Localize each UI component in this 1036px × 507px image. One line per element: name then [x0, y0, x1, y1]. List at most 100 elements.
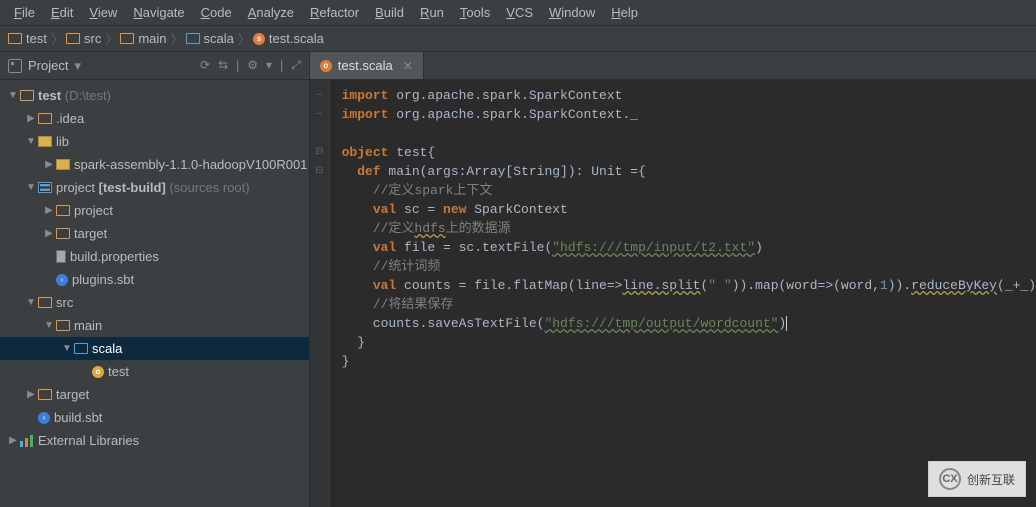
tree-node-target[interactable]: target [0, 222, 309, 245]
tab-test-scala[interactable]: o test.scala ✕ [310, 52, 424, 79]
tree-node-external-libraries[interactable]: External Libraries [0, 429, 309, 452]
tree-arrow-icon[interactable] [26, 136, 36, 147]
watermark: CX 创新互联 [928, 461, 1026, 497]
sidebar-tool-icon[interactable]: ⚙ [247, 58, 258, 73]
folder-icon [66, 33, 80, 44]
menu-bar: FileEditViewNavigateCodeAnalyzeRefactorB… [0, 0, 1036, 26]
tree-node-build-sbt[interactable]: ›build.sbt [0, 406, 309, 429]
scala-object-icon: o [92, 366, 104, 378]
sidebar-header: Project ▾ ⟳ ⇆ | ⚙ ▾ | ⤢ [0, 52, 309, 80]
libraries-icon [20, 435, 34, 447]
tree-arrow-icon[interactable] [8, 90, 18, 101]
tree-arrow-icon[interactable] [44, 159, 54, 170]
menu-edit[interactable]: Edit [43, 2, 81, 23]
folder-icon [8, 33, 22, 44]
editor-gutter: ——⊟⊟ [310, 80, 330, 507]
tree-node--idea[interactable]: .idea [0, 107, 309, 130]
tree-arrow-icon[interactable] [44, 205, 54, 216]
tree-arrow-icon[interactable] [26, 389, 36, 400]
sidebar-tool-icon[interactable]: ⇆ [218, 58, 228, 73]
breadcrumb-test-scala[interactable]: stest.scala [253, 31, 324, 46]
breadcrumb-scala[interactable]: scala [186, 31, 234, 46]
tree-arrow-icon[interactable] [44, 320, 54, 331]
breadcrumb-test[interactable]: test [8, 31, 47, 46]
tree-node-test[interactable]: test (D:\test) [0, 84, 309, 107]
editor-area: o test.scala ✕ ——⊟⊟ import org.apache.sp… [310, 52, 1036, 507]
workspace: Project ▾ ⟳ ⇆ | ⚙ ▾ | ⤢ test (D:\test).idealib… [0, 52, 1036, 507]
menu-file[interactable]: File [6, 2, 43, 23]
lib-icon [38, 136, 52, 147]
menu-analyze[interactable]: Analyze [240, 2, 302, 23]
file-icon [56, 250, 66, 263]
tree-node-build-properties[interactable]: build.properties [0, 245, 309, 268]
tree-arrow-icon[interactable] [26, 182, 36, 193]
sbt-icon: › [56, 274, 68, 286]
folder-icon [20, 90, 34, 101]
breadcrumb-src[interactable]: src [66, 31, 101, 46]
editor-tabs: o test.scala ✕ [310, 52, 1036, 80]
tree-node-scala[interactable]: scala [0, 337, 309, 360]
sidebar-tool-icon: | [280, 58, 283, 73]
menu-navigate[interactable]: Navigate [125, 2, 192, 23]
folder-icon [74, 343, 88, 354]
folder-icon [38, 297, 52, 308]
menu-tools[interactable]: Tools [452, 2, 498, 23]
breadcrumb-separator: 〉 [238, 29, 251, 48]
code-editor[interactable]: import org.apache.spark.SparkContext imp… [330, 80, 1036, 507]
breadcrumb-main[interactable]: main [120, 31, 166, 46]
tree-node-main[interactable]: main [0, 314, 309, 337]
menu-build[interactable]: Build [367, 2, 412, 23]
folder-icon [38, 113, 52, 124]
menu-help[interactable]: Help [603, 2, 646, 23]
tree-arrow-icon[interactable] [62, 343, 72, 354]
watermark-text: 创新互联 [967, 471, 1015, 488]
breadcrumb: test〉src〉main〉scala〉stest.scala [0, 26, 1036, 52]
sidebar-tool-icon[interactable]: ▾ [266, 58, 272, 73]
tree-arrow-icon[interactable] [44, 228, 54, 239]
sidebar-tools: ⟳ ⇆ | ⚙ ▾ | ⤢ [200, 58, 301, 73]
close-icon[interactable]: ✕ [403, 59, 413, 73]
module-icon [38, 182, 52, 193]
breadcrumb-separator: 〉 [171, 29, 184, 48]
code-wrap: ——⊟⊟ import org.apache.spark.SparkContex… [310, 80, 1036, 507]
tree-node-target[interactable]: target [0, 383, 309, 406]
menu-view[interactable]: View [81, 2, 125, 23]
breadcrumb-separator: 〉 [105, 29, 118, 48]
sidebar-dropdown-icon[interactable]: ▾ [74, 58, 81, 74]
project-sidebar: Project ▾ ⟳ ⇆ | ⚙ ▾ | ⤢ test (D:\test).idealib… [0, 52, 310, 507]
tab-label: test.scala [338, 58, 393, 73]
menu-run[interactable]: Run [412, 2, 452, 23]
watermark-logo: CX [939, 468, 961, 490]
menu-vcs[interactable]: VCS [498, 2, 541, 23]
folder-icon [56, 320, 70, 331]
tree-node-lib[interactable]: lib [0, 130, 309, 153]
folder-icon [38, 389, 52, 400]
scala-file-icon: s [253, 33, 265, 45]
project-tree: test (D:\test).idealibspark-assembly-1.1… [0, 80, 309, 507]
tree-node-src[interactable]: src [0, 291, 309, 314]
folder-icon [186, 33, 200, 44]
tree-node-test[interactable]: otest [0, 360, 309, 383]
folder-icon [56, 205, 70, 216]
tree-arrow-icon[interactable] [26, 297, 36, 308]
sbt-icon: › [38, 412, 50, 424]
scala-file-icon: o [320, 60, 332, 72]
lib-icon [56, 159, 70, 170]
menu-window[interactable]: Window [541, 2, 603, 23]
folder-icon [56, 228, 70, 239]
sidebar-tool-icon: | [236, 58, 239, 73]
tree-arrow-icon[interactable] [26, 113, 36, 124]
tree-node-plugins-sbt[interactable]: ›plugins.sbt [0, 268, 309, 291]
tree-node-spark-assembly-1-1-0-hadoopv100r001[interactable]: spark-assembly-1.1.0-hadoopV100R001 [0, 153, 309, 176]
breadcrumb-separator: 〉 [51, 29, 64, 48]
menu-refactor[interactable]: Refactor [302, 2, 367, 23]
menu-code[interactable]: Code [193, 2, 240, 23]
tree-arrow-icon[interactable] [8, 435, 18, 446]
sidebar-title[interactable]: Project [28, 58, 68, 73]
tree-node-project[interactable]: project [0, 199, 309, 222]
sidebar-tool-icon[interactable]: ⟳ [200, 58, 210, 73]
sidebar-tool-icon[interactable]: ⤢ [291, 58, 301, 73]
folder-icon [120, 33, 134, 44]
tree-node-project-test-build-[interactable]: project [test-build] (sources root) [0, 176, 309, 199]
project-icon [8, 59, 22, 73]
